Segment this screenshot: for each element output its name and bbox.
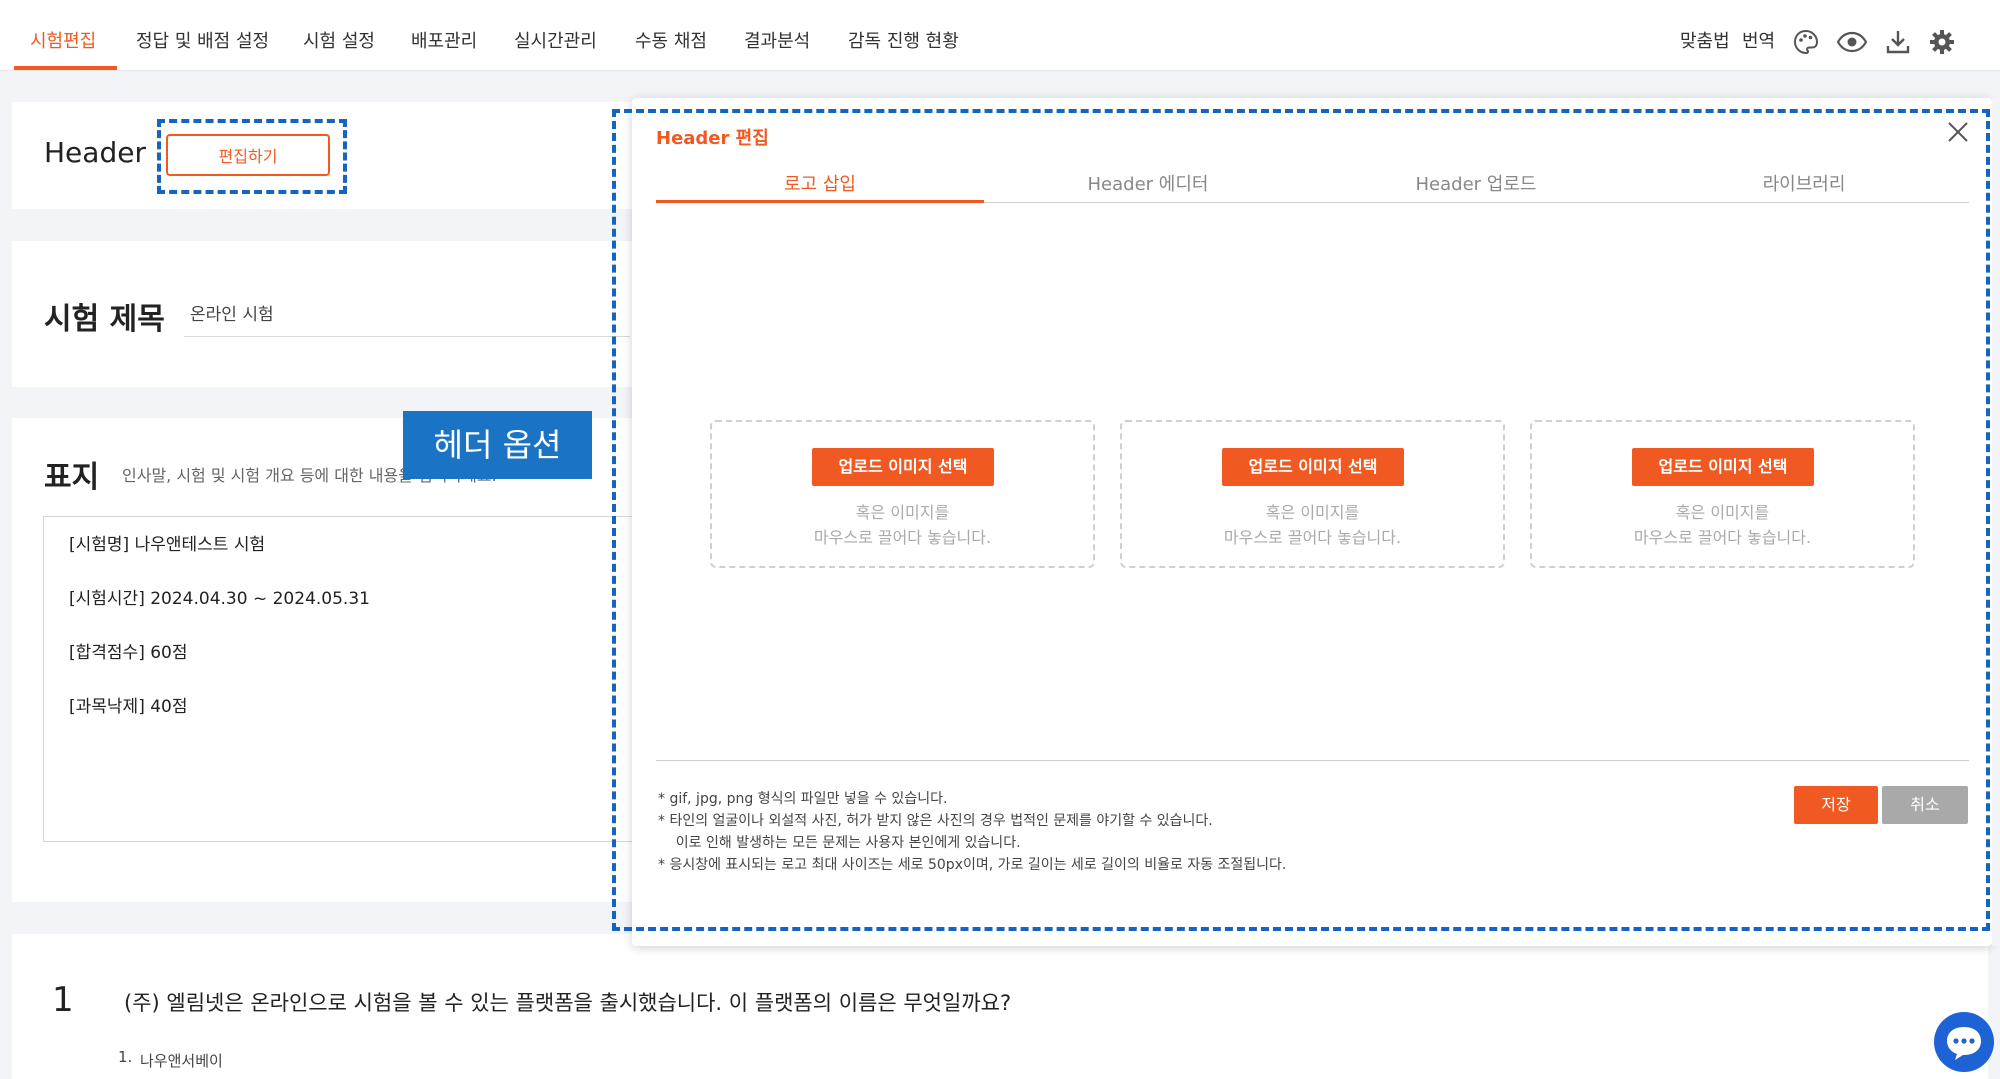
- upload-hint-line: 혹은 이미지를: [855, 503, 950, 522]
- question-text: (주) 엘림넷은 온라인으로 시험을 볼 수 있는 플랫폼을 출시했습니다. 이…: [124, 991, 1012, 1015]
- upload-dropzone[interactable]: 업로드 이미지 선택 혹은 이미지를 마우스로 끌어다 놓습니다.: [1120, 420, 1505, 568]
- right-edge: [1992, 98, 2000, 946]
- upload-hint-line: 마우스로 끌어다 놓습니다.: [813, 528, 992, 547]
- tab-exam-edit[interactable]: 시험편집: [30, 0, 96, 70]
- cancel-button[interactable]: 취소: [1882, 786, 1968, 824]
- tab-header-editor[interactable]: Header 에디터: [984, 170, 1312, 196]
- tab-proctor-status[interactable]: 감독 진행 현황: [848, 0, 959, 70]
- chat-bubble-icon: [1947, 1027, 1981, 1060]
- upload-hint-line: 마우스로 끌어다 놓습니다.: [1633, 528, 1812, 547]
- modal-active-tab-indicator: [656, 200, 984, 203]
- cover-line: [합격점수] 60점: [69, 643, 188, 663]
- question-number: 1: [52, 980, 74, 1020]
- exam-title-label: 시험 제목: [44, 302, 165, 337]
- option-number: 1.: [118, 1048, 133, 1066]
- upload-note: * 타인의 얼굴이나 외설적 사진, 허가 받지 않은 사진의 경우 법적인 문…: [658, 813, 1213, 829]
- upload-hint-line: 마우스로 끌어다 놓습니다.: [1223, 528, 1402, 547]
- tab-exam-settings[interactable]: 시험 설정: [303, 0, 375, 70]
- spell-check-button[interactable]: 맞춤법: [1680, 0, 1730, 70]
- exam-title-input[interactable]: 온라인 시험: [184, 298, 630, 337]
- upload-image-button[interactable]: 업로드 이미지 선택: [812, 448, 994, 486]
- eye-icon[interactable]: [1836, 28, 1868, 56]
- tab-realtime[interactable]: 실시간관리: [514, 0, 597, 70]
- upload-dropzone[interactable]: 업로드 이미지 선택 혹은 이미지를 마우스로 끌어다 놓습니다.: [1530, 420, 1915, 568]
- cover-label: 표지: [44, 460, 100, 495]
- tab-header-upload[interactable]: Header 업로드: [1312, 170, 1640, 196]
- upload-note: * gif, jpg, png 형식의 파일만 넣을 수 있습니다.: [658, 791, 948, 807]
- top-navigation: 시험편집 정답 및 배점 설정 시험 설정 배포관리 실시간관리 수동 채점 결…: [0, 0, 2000, 71]
- upload-note: * 응시창에 표시되는 로고 최대 사이즈는 세로 50px이며, 가로 길이는…: [658, 857, 1287, 873]
- upload-image-button[interactable]: 업로드 이미지 선택: [1632, 448, 1814, 486]
- upload-hint-line: 혹은 이미지를: [1265, 503, 1360, 522]
- edit-button-highlight: [157, 119, 347, 194]
- modal-footer-divider: [656, 760, 1969, 761]
- save-button[interactable]: 저장: [1794, 786, 1878, 824]
- cover-line: [시험시간] 2024.04.30 ~ 2024.05.31: [69, 589, 370, 609]
- upload-image-button[interactable]: 업로드 이미지 선택: [1222, 448, 1404, 486]
- tab-library[interactable]: 라이브러리: [1640, 170, 1968, 196]
- header-options-callout: 헤더 옵션: [403, 411, 592, 479]
- active-tab-indicator: [14, 66, 117, 70]
- palette-icon[interactable]: [1792, 28, 1820, 56]
- question-option[interactable]: 나우앤서베이: [140, 1050, 223, 1071]
- header-label: Header: [44, 136, 146, 169]
- tab-answer-score[interactable]: 정답 및 배점 설정: [136, 0, 269, 70]
- tab-result-analysis[interactable]: 결과분석: [744, 0, 810, 70]
- upload-hint-line: 혹은 이미지를: [1675, 503, 1770, 522]
- tab-logo-insert[interactable]: 로고 삽입: [656, 170, 984, 196]
- upload-dropzone[interactable]: 업로드 이미지 선택 혹은 이미지를 마우스로 끌어다 놓습니다.: [710, 420, 1095, 568]
- upload-hint: 혹은 이미지를 마우스로 끌어다 놓습니다.: [712, 500, 1093, 550]
- close-icon[interactable]: [1944, 118, 1972, 146]
- modal-title: Header 편집: [656, 128, 769, 149]
- upload-hint: 혹은 이미지를 마우스로 끌어다 놓습니다.: [1532, 500, 1913, 550]
- cover-line: [시험명] 나우앤테스트 시험: [69, 535, 266, 555]
- download-icon[interactable]: [1884, 28, 1912, 56]
- tab-distribution[interactable]: 배포관리: [411, 0, 477, 70]
- upload-note: 이로 인해 발생하는 모든 문제는 사용자 본인에게 있습니다.: [658, 835, 1021, 851]
- tab-manual-grading[interactable]: 수동 채점: [635, 0, 707, 70]
- gear-icon[interactable]: [1928, 28, 1956, 56]
- chat-button[interactable]: [1934, 1012, 1994, 1072]
- upload-hint: 혹은 이미지를 마우스로 끌어다 놓습니다.: [1122, 500, 1503, 550]
- cover-line: [과목낙제] 40점: [69, 697, 188, 717]
- translate-button[interactable]: 번역: [1742, 0, 1775, 70]
- cover-editor[interactable]: [43, 516, 643, 842]
